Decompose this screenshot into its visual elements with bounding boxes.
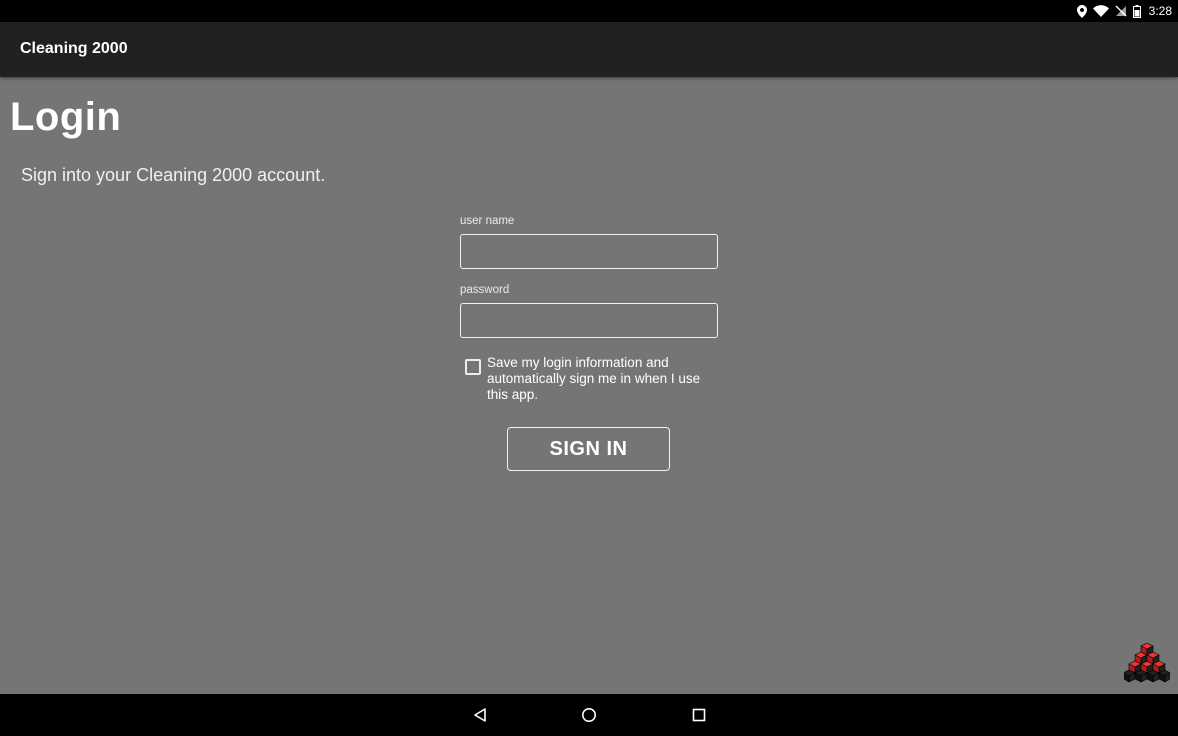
- no-sim-icon: [1115, 5, 1127, 17]
- username-input[interactable]: [460, 234, 718, 269]
- location-icon: [1076, 4, 1087, 18]
- page-subtitle: Sign into your Cleaning 2000 account.: [21, 165, 326, 185]
- status-bar: 3:28: [0, 0, 1178, 22]
- remember-me-label[interactable]: Save my login information and automatica…: [487, 355, 715, 403]
- back-icon[interactable]: [470, 705, 490, 725]
- remember-me-row[interactable]: Save my login information and automatica…: [465, 355, 715, 403]
- wifi-icon: [1092, 5, 1109, 17]
- page-title: Login: [10, 95, 122, 139]
- username-label: user name: [460, 215, 515, 227]
- brand-logo-icon: [1124, 643, 1170, 683]
- recents-icon[interactable]: [689, 705, 709, 725]
- login-screen: Login Sign into your Cleaning 2000 accou…: [0, 77, 1178, 694]
- remember-me-checkbox[interactable]: [465, 359, 481, 375]
- status-icons: 3:28: [1076, 3, 1172, 19]
- navigation-bar: [0, 694, 1178, 736]
- home-icon[interactable]: [579, 705, 599, 725]
- battery-icon: [1132, 4, 1141, 18]
- password-label: password: [460, 284, 510, 296]
- status-time: 3:28: [1148, 4, 1172, 18]
- app-title: Cleaning 2000: [20, 40, 128, 57]
- password-input[interactable]: [460, 303, 718, 338]
- sign-in-button[interactable]: SIGN IN: [507, 427, 670, 471]
- app-bar: Cleaning 2000: [0, 22, 1178, 77]
